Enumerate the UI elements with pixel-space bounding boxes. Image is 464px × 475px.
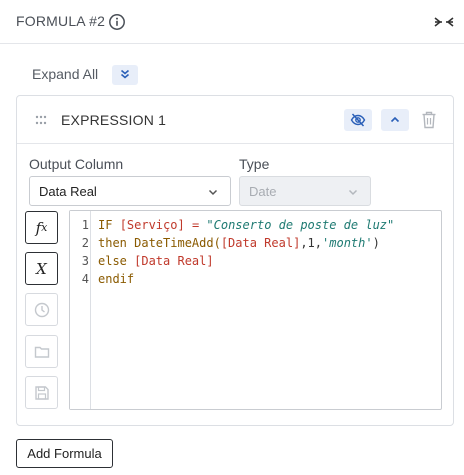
code-line: endif xyxy=(98,272,135,286)
expression-title: EXPRESSION 1 xyxy=(61,112,167,128)
output-column-label: Output Column xyxy=(29,156,124,172)
add-formula-button[interactable]: Add Formula xyxy=(16,439,113,468)
line-number-gutter: 1 2 3 4 xyxy=(70,211,91,409)
formula-title: FORMULA #2 xyxy=(16,13,106,29)
line-number: 1 xyxy=(81,218,89,232)
line-number: 3 xyxy=(81,254,89,268)
function-button[interactable]: fx xyxy=(25,211,58,244)
code-line: then DateTimeAdd([Data Real],1,'month') xyxy=(98,236,380,250)
output-column-value: Data Real xyxy=(39,184,97,199)
collapse-panel-icon[interactable] xyxy=(434,14,454,30)
expand-all-button[interactable] xyxy=(112,65,138,85)
chevron-up-icon xyxy=(390,116,400,123)
chevron-down-icon xyxy=(348,189,358,196)
code-line: IF [Serviço] = "Conserto de poste de luz… xyxy=(98,218,395,232)
function-icon: fx xyxy=(35,218,48,237)
save-button xyxy=(25,376,58,409)
double-chevron-down-icon xyxy=(120,69,130,79)
line-number: 4 xyxy=(81,272,89,286)
code-editor[interactable]: 1 2 3 4 IF [Serviço] = "Conserto de post… xyxy=(69,210,442,410)
hide-expression-button[interactable] xyxy=(344,109,372,131)
trash-icon[interactable] xyxy=(421,111,437,129)
expression-header: EXPRESSION 1 xyxy=(17,96,453,144)
drag-handle-icon[interactable] xyxy=(35,115,47,125)
folder-button xyxy=(25,335,58,368)
expression-card: EXPRESSION 1 Output Column Type Data Rea… xyxy=(16,95,454,426)
variable-button[interactable]: X xyxy=(25,252,58,285)
clock-icon xyxy=(34,302,50,318)
expand-all-label[interactable]: Expand All xyxy=(32,66,98,82)
chevron-down-icon xyxy=(208,189,218,196)
folder-icon xyxy=(34,346,50,358)
clock-button xyxy=(25,293,58,326)
formula-header: FORMULA #2 xyxy=(0,0,464,44)
line-number: 2 xyxy=(81,236,89,250)
type-value: Date xyxy=(249,184,277,199)
info-icon[interactable] xyxy=(108,13,126,31)
eye-off-icon xyxy=(350,113,366,127)
type-select: Date xyxy=(239,176,371,206)
output-column-select[interactable]: Data Real xyxy=(29,176,231,206)
save-icon xyxy=(35,386,49,400)
collapse-expression-button[interactable] xyxy=(381,109,409,131)
type-label: Type xyxy=(239,156,270,172)
code-line: else [Data Real] xyxy=(98,254,214,268)
variable-icon: X xyxy=(36,259,47,278)
